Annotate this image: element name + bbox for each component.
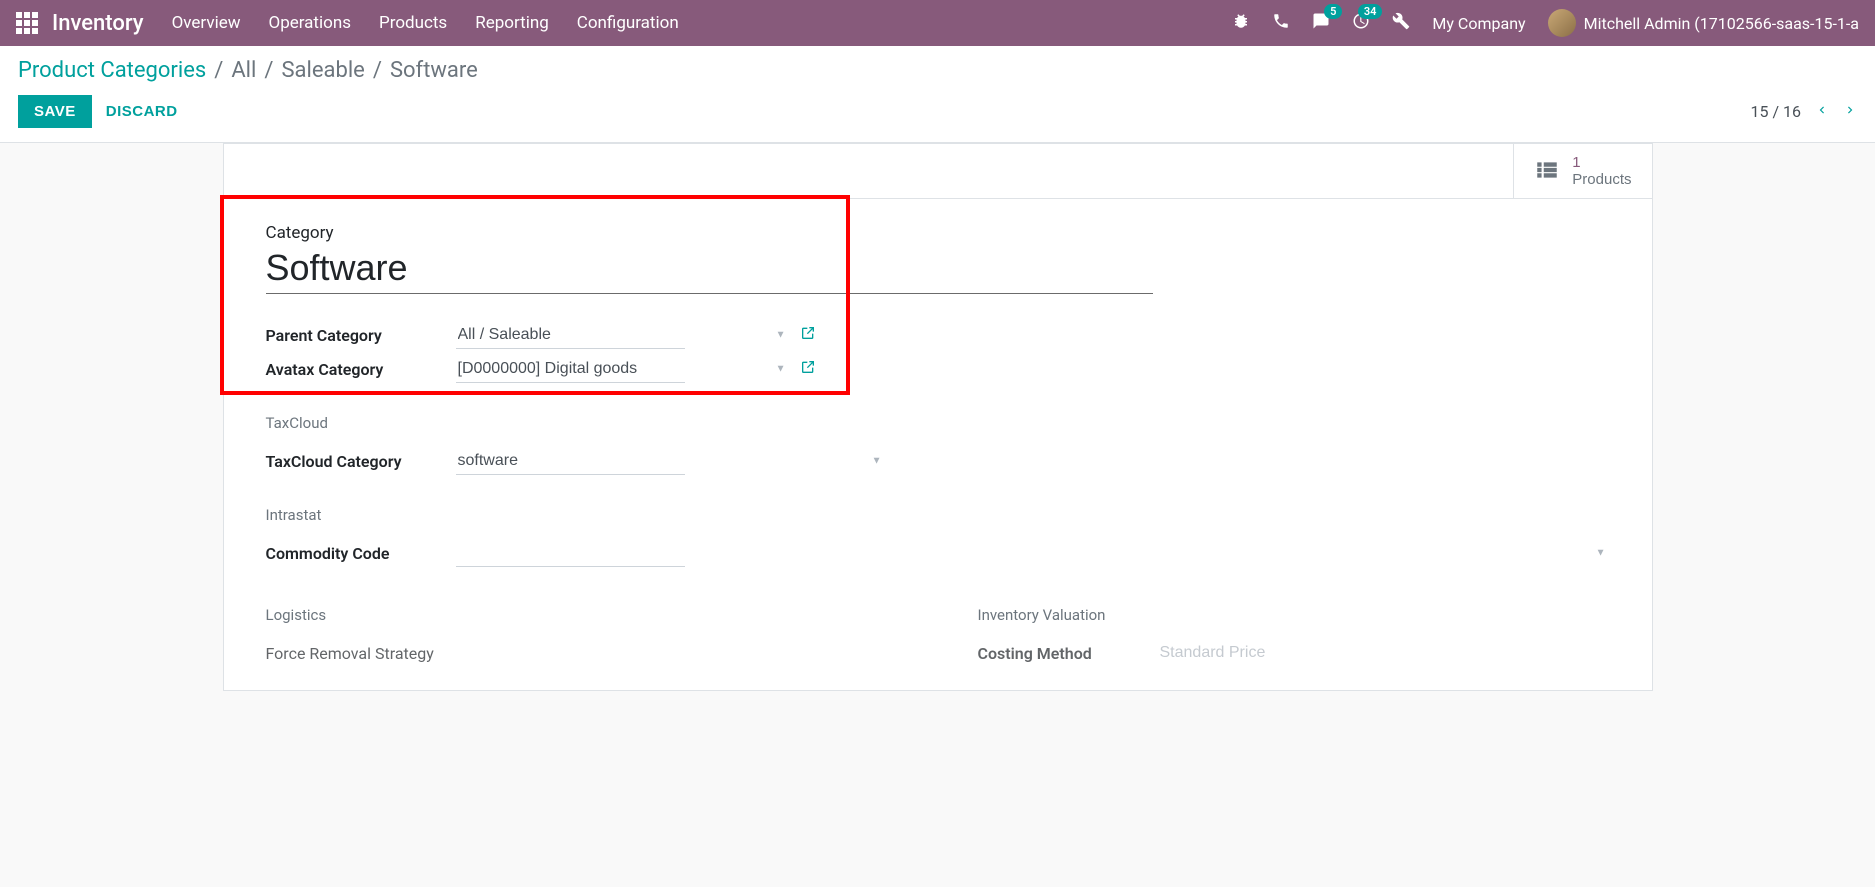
stat-value: 1	[1572, 154, 1631, 171]
activity-badge: 34	[1358, 4, 1383, 19]
button-box: 1 Products	[224, 144, 1652, 199]
apps-icon[interactable]	[16, 12, 38, 34]
taxcloud-category-input[interactable]	[456, 448, 685, 475]
parent-category-input[interactable]	[456, 322, 685, 349]
breadcrumb-saleable: Saleable	[281, 58, 364, 83]
commodity-code-input[interactable]	[456, 540, 685, 567]
nav-overview[interactable]: Overview	[172, 13, 241, 33]
nav-reporting[interactable]: Reporting	[475, 13, 549, 33]
commodity-code-label: Commodity Code	[266, 544, 456, 563]
save-button[interactable]: SAVE	[18, 95, 92, 128]
products-stat-button[interactable]: 1 Products	[1513, 144, 1651, 198]
activity-icon[interactable]: 34	[1352, 12, 1370, 34]
company-selector[interactable]: My Company	[1432, 14, 1525, 33]
avatax-category-label: Avatax Category	[266, 360, 456, 379]
parent-external-link-icon[interactable]	[800, 325, 816, 345]
nav-menu: Overview Operations Products Reporting C…	[172, 13, 1233, 33]
messages-icon[interactable]: 5	[1312, 12, 1330, 34]
avatar	[1548, 9, 1576, 37]
user-menu[interactable]: Mitchell Admin (17102566-saas-15-1-a	[1548, 9, 1859, 37]
top-navbar: Inventory Overview Operations Products R…	[0, 0, 1875, 46]
stat-label: Products	[1572, 171, 1631, 188]
phone-icon[interactable]	[1272, 12, 1290, 34]
breadcrumb: Product Categories / All / Saleable / So…	[18, 58, 1857, 83]
category-name-input[interactable]	[266, 245, 1153, 294]
parent-category-label: Parent Category	[266, 326, 456, 345]
removal-strategy-input[interactable]	[446, 640, 675, 666]
caret-down-icon: ▼	[776, 330, 786, 341]
pager-next[interactable]	[1843, 101, 1857, 122]
discard-button[interactable]: DISCARD	[106, 103, 178, 120]
breadcrumb-all: All	[231, 58, 256, 83]
pager: 15 / 16	[1750, 101, 1857, 122]
logistics-section-title: Logistics	[266, 606, 898, 624]
breadcrumb-root[interactable]: Product Categories	[18, 58, 206, 83]
valuation-section-title: Inventory Valuation	[978, 606, 1610, 624]
user-name: Mitchell Admin (17102566-saas-15-1-a	[1584, 14, 1859, 33]
costing-method-label: Costing Method	[978, 644, 1158, 663]
taxcloud-category-label: TaxCloud Category	[266, 452, 456, 471]
removal-strategy-label: Force Removal Strategy	[266, 644, 446, 663]
pager-prev[interactable]	[1815, 101, 1829, 122]
bug-icon[interactable]	[1232, 12, 1250, 34]
tools-icon[interactable]	[1392, 12, 1410, 34]
taxcloud-section-title: TaxCloud	[266, 414, 1610, 432]
intrastat-section-title: Intrastat	[266, 506, 1610, 524]
caret-down-icon: ▼	[1596, 548, 1606, 559]
avatax-external-link-icon[interactable]	[800, 359, 816, 379]
messages-badge: 5	[1324, 4, 1342, 19]
nav-products[interactable]: Products	[379, 13, 447, 33]
app-brand[interactable]: Inventory	[52, 11, 144, 36]
control-panel: Product Categories / All / Saleable / So…	[0, 46, 1875, 143]
caret-down-icon: ▼	[872, 456, 882, 467]
nav-operations[interactable]: Operations	[269, 13, 352, 33]
avatax-category-input[interactable]	[456, 356, 685, 383]
nav-configuration[interactable]: Configuration	[577, 13, 679, 33]
costing-method-input[interactable]	[1158, 640, 1387, 666]
breadcrumb-software: Software	[390, 58, 478, 83]
nav-right: 5 34 My Company Mitchell Admin (17102566…	[1232, 9, 1859, 37]
list-icon	[1534, 157, 1560, 186]
category-label: Category	[266, 223, 1610, 243]
form-sheet: 1 Products Category Parent Category ▼	[223, 143, 1653, 691]
caret-down-icon: ▼	[776, 364, 786, 375]
